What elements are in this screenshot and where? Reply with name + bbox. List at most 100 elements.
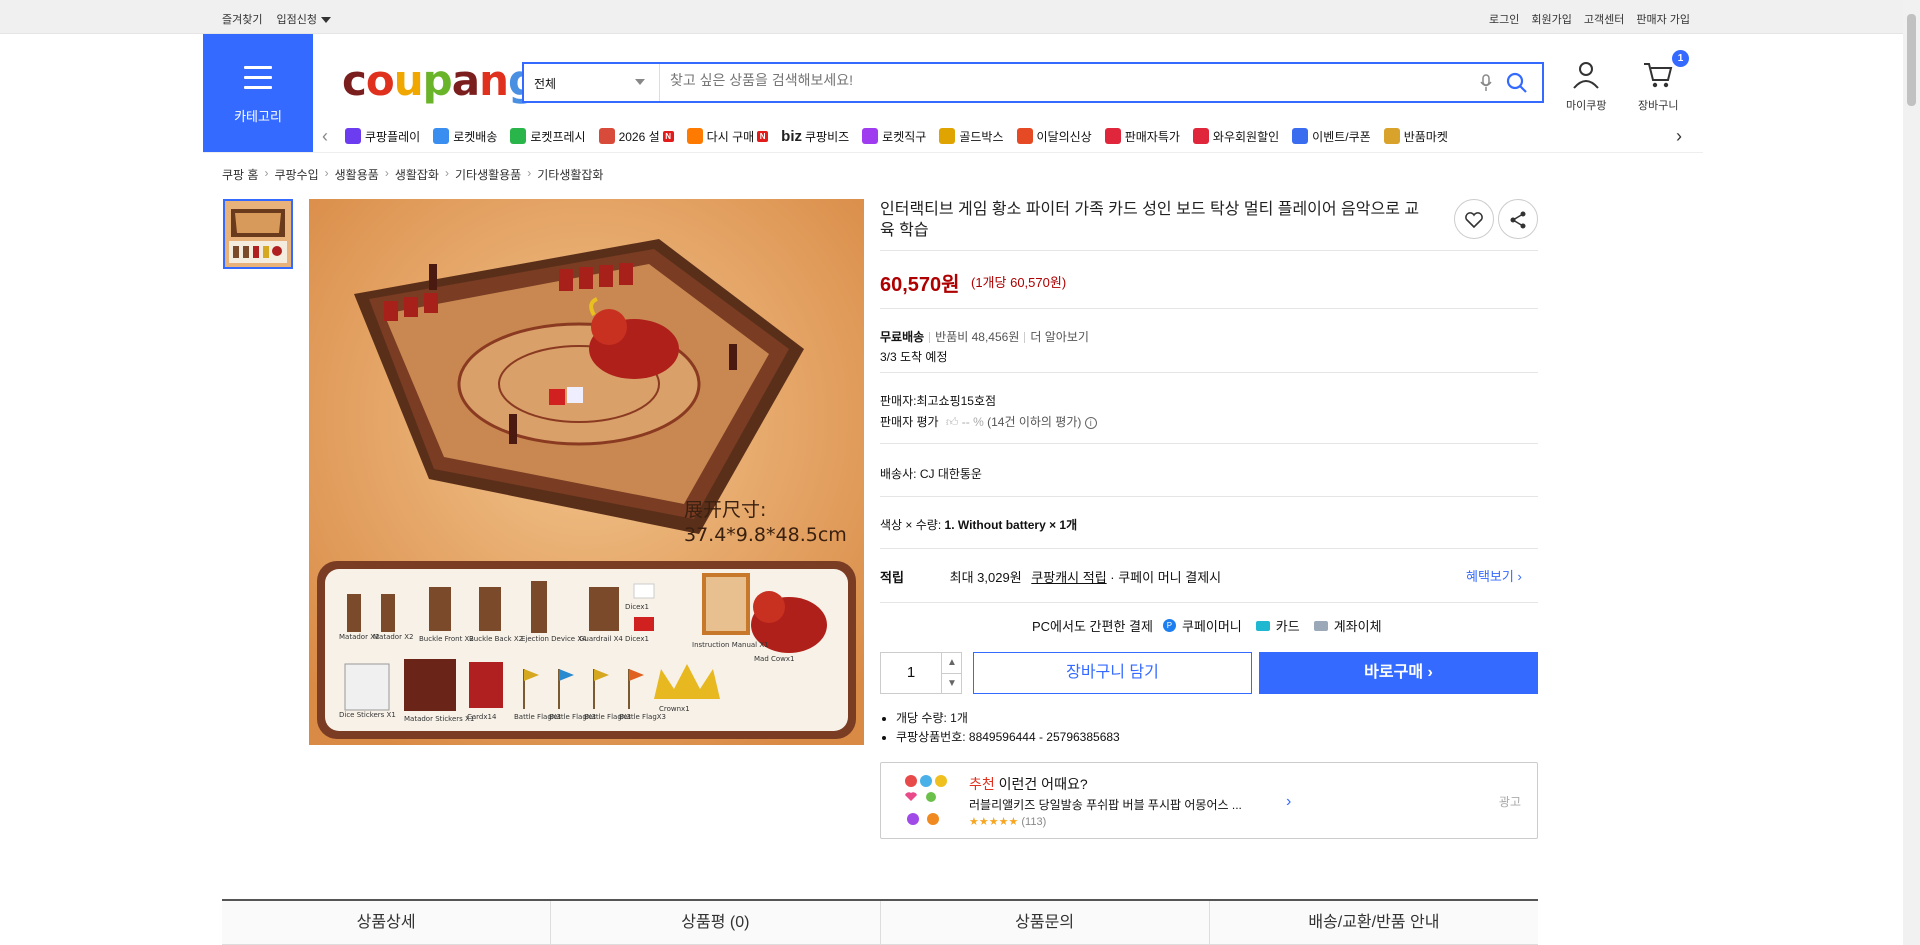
size-title-text: 展开尺寸: (684, 499, 766, 521)
breadcrumb-item[interactable]: 생활잡화 (395, 166, 439, 183)
free-shipping-label: 무료배송 (880, 330, 925, 344)
add-to-cart-button[interactable]: 장바구니 담기 (973, 652, 1252, 694)
coupang-cash-link[interactable]: 쿠팡캐시 적립 (1031, 570, 1106, 585)
mycoupang-button[interactable]: 마이쿠팡 (1566, 60, 1606, 113)
tab-reviews[interactable]: 상품평 (0) (551, 901, 881, 945)
nav-item[interactable]: 2026 설N (598, 128, 674, 145)
nav-item[interactable]: 골드박스 (939, 128, 1004, 145)
nav-next-arrow-icon[interactable]: › (1676, 126, 1682, 147)
share-icon (1510, 211, 1526, 229)
part-label: Mad Cowx1 (754, 655, 795, 663)
nav-item-label: 쿠팡비즈 (805, 129, 850, 144)
breadcrumb-item[interactable]: 기타생활잡화 (537, 166, 603, 183)
chevron-right-icon: › (1427, 664, 1433, 681)
learn-more-link[interactable]: 더 알아보기 (1030, 330, 1089, 344)
wishlist-button[interactable] (1454, 199, 1494, 239)
reward-info: 적립 최대 3,029원 쿠팡캐시 적립 · 쿠페이 머니 결제시 (880, 567, 1221, 586)
product-thumbnail[interactable] (223, 199, 293, 269)
chevron-right-icon: › (384, 166, 389, 180)
chevron-right-icon: › (444, 166, 449, 180)
scrollbar-thumb[interactable] (1907, 14, 1916, 106)
benefit-link[interactable]: 혜택보기 › (1466, 566, 1522, 585)
tab-shipping-returns[interactable]: 배송/교환/반품 안내 (1209, 901, 1538, 945)
seller-signup-link[interactable]: 판매자 가입 (1636, 11, 1690, 27)
reward-label: 적립 (880, 570, 904, 585)
nav-item[interactable]: 반품마켓 (1383, 128, 1448, 145)
login-link[interactable]: 로그인 (1489, 11, 1519, 27)
thumbs-up-icon: 👍︎ (945, 415, 959, 429)
nav-item-icon (862, 128, 879, 144)
breadcrumb-item[interactable]: 기타생활용품 (455, 166, 521, 183)
option-info[interactable]: 색상 × 수량: 1. Without battery × 1개 (880, 516, 1077, 533)
nav-item[interactable]: 이달의신상 (1016, 128, 1092, 145)
nav-item-label: 다시 구매 (706, 129, 755, 144)
nav-item[interactable]: 로켓직구 (862, 128, 926, 145)
info-icon[interactable]: i (1084, 417, 1097, 429)
breadcrumb-item[interactable]: 생활용품 (335, 166, 379, 183)
nav-item-icon (433, 128, 450, 144)
quantity-increase-icon[interactable]: ▲ (941, 653, 962, 673)
nav-item-icon (345, 128, 361, 144)
nav-item[interactable]: 로켓프레시 (510, 128, 586, 145)
breadcrumb-item[interactable]: 쿠팡 홈 (222, 166, 258, 183)
nav-item[interactable]: 로켓배송 (433, 128, 497, 145)
seller-apply-link[interactable]: 입점신청 (276, 11, 331, 27)
nav-item-label: 이벤트/쿠폰 (1312, 129, 1371, 144)
breadcrumb-item[interactable]: 쿠팡수입 (274, 166, 318, 183)
nav-item-icon (1016, 128, 1033, 144)
star-rating-icon: ★★★★★ (969, 816, 1019, 828)
quantity-decrease-icon[interactable]: ▼ (941, 673, 962, 693)
dropdown-arrow-icon (635, 79, 645, 85)
part-label: Matador Stickers X1 (404, 715, 474, 723)
nav-item[interactable]: 판매자특가 (1104, 128, 1180, 145)
category-button[interactable]: 카테고리 (203, 34, 313, 152)
search-input[interactable] (670, 72, 1470, 88)
coupay-icon: P (1162, 619, 1176, 632)
nav-item-label: 와우회원할인 (1212, 129, 1280, 144)
coupang-logo[interactable]: coupang (342, 56, 538, 105)
new-badge: N (662, 130, 674, 142)
nav-item-icon (1292, 128, 1309, 144)
nav-item[interactable]: 이벤트/쿠폰 (1292, 128, 1371, 145)
bullet-quantity: 개당 수량: 1개 (896, 709, 1120, 728)
nav-item[interactable]: 다시 구매 N (686, 128, 769, 145)
caret-down-icon (320, 17, 331, 24)
carrier-info: 배송사: CJ 대한통운 (880, 465, 982, 482)
divider (880, 372, 1538, 373)
bank-icon (1313, 620, 1328, 631)
nav-item-label: 쿠팡플레이 (365, 129, 421, 144)
nav-item[interactable]: biz 쿠팡비즈 (781, 128, 849, 145)
nav-item[interactable]: 와우회원할인 (1192, 128, 1280, 145)
divider (880, 548, 1538, 549)
shipping-info: 무료배송 반품비 48,456원 더 알아보기 (880, 328, 1089, 345)
page-scrollbar[interactable] (1903, 0, 1920, 945)
payment-methods: PC에서도 간편한 결제 P 쿠페이머니 카드 계좌이체 (1032, 616, 1382, 635)
search-category-select[interactable]: 전체 (524, 64, 660, 101)
nav-item-label: 로켓배송 (453, 129, 498, 144)
divider (880, 496, 1538, 497)
reward-amount: 최대 3,029원 (949, 570, 1022, 585)
nav-item[interactable]: 쿠팡플레이 (345, 128, 420, 145)
recommendation-ad[interactable]: 추천 이런건 어때요? 러블리앨키즈 당일발송 푸쉬팝 버블 푸시팝 어몽어스 … (880, 762, 1538, 839)
nav-prev-arrow-icon[interactable]: ‹ (322, 126, 328, 147)
seller-name[interactable]: 판매자:최고쇼핑15호점 (880, 392, 996, 409)
nav-item-icon (686, 128, 703, 144)
category-label: 카테고리 (234, 109, 282, 124)
cart-button[interactable]: 장바구니 (1638, 60, 1678, 113)
tab-details[interactable]: 상품상세 (222, 901, 552, 945)
benefit-label: 혜택보기 (1466, 569, 1514, 584)
product-main-image[interactable]: 展开尺寸: 37.4*9.8*48.5cm Matador X2 Matador … (309, 199, 864, 745)
share-button[interactable] (1498, 199, 1538, 239)
part-label: Buckle Back X2 (469, 635, 523, 643)
buy-now-button[interactable]: 바로구매 › (1259, 652, 1538, 694)
customer-center-link[interactable]: 고객센터 (1584, 11, 1624, 27)
tab-inquiries[interactable]: 상품문의 (880, 901, 1210, 945)
search-icon[interactable] (1504, 70, 1530, 96)
seller-rating-value: -- % (961, 415, 984, 429)
microphone-icon[interactable] (1480, 74, 1492, 97)
nav-item-label: 이달의신상 (1036, 129, 1092, 144)
signup-link[interactable]: 회원가입 (1531, 11, 1571, 27)
quantity-input[interactable]: 1 (881, 653, 941, 693)
quantity-stepper: 1 ▲ ▼ (880, 652, 962, 694)
bookmark-link[interactable]: 즐겨찾기 (222, 11, 262, 27)
